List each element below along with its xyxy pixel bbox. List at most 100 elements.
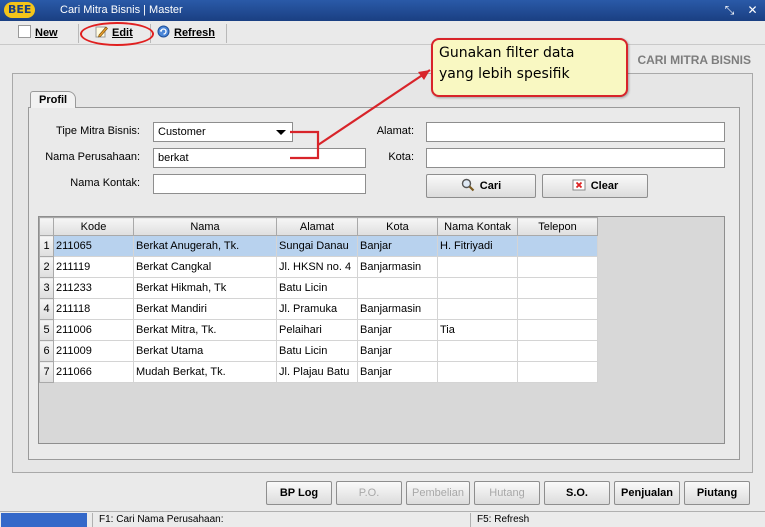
cell-telepon[interactable] xyxy=(517,277,598,299)
nama-perusahaan-label: Nama Perusahaan: xyxy=(45,151,140,163)
alamat-label: Alamat: xyxy=(376,125,414,137)
cell-alamat[interactable]: Batu Licin xyxy=(276,340,358,362)
cell-kota[interactable] xyxy=(357,277,438,299)
table-row[interactable]: 5 211006 Berkat Mitra, Tk. Pelaihari Ban… xyxy=(39,319,598,341)
bp-log-button[interactable]: BP Log xyxy=(266,481,332,505)
row-number: 2 xyxy=(39,256,54,278)
row-number: 6 xyxy=(39,340,54,362)
column-header-kode[interactable]: Kode xyxy=(53,217,134,236)
cell-nama[interactable]: Berkat Mitra, Tk. xyxy=(133,319,277,341)
cell-kode[interactable]: 211119 xyxy=(53,256,134,278)
po-button[interactable]: P.O. xyxy=(336,481,402,505)
so-button[interactable]: S.O. xyxy=(544,481,610,505)
title-bar: BEE Cari Mitra Bisnis | Master ⤡ ✕ xyxy=(0,0,765,21)
cell-kode[interactable]: 211006 xyxy=(53,319,134,341)
tab-profil[interactable]: Profil xyxy=(30,91,77,108)
table-row[interactable]: 4 211118 Berkat Mandiri Jl. Pramuka Banj… xyxy=(39,298,598,320)
cari-button[interactable]: Cari xyxy=(426,174,536,198)
cell-kota[interactable]: Banjar xyxy=(357,340,438,362)
new-button[interactable]: New xyxy=(18,24,58,43)
tipe-mitra-label: Tipe Mitra Bisnis: xyxy=(56,125,140,137)
piutang-button[interactable]: Piutang xyxy=(684,481,750,505)
cell-alamat[interactable]: Batu Licin xyxy=(276,277,358,299)
cell-nama[interactable]: Berkat Hikmah, Tk xyxy=(133,277,277,299)
tipe-mitra-select[interactable]: Customer xyxy=(153,122,293,142)
cell-kode[interactable]: 211009 xyxy=(53,340,134,362)
row-number: 4 xyxy=(39,298,54,320)
hutang-button[interactable]: Hutang xyxy=(474,481,540,505)
callout-line-2: yang lebih spesifik xyxy=(439,66,570,82)
restore-icon[interactable]: ⤡ xyxy=(722,3,737,18)
cell-kontak[interactable] xyxy=(437,361,518,383)
chevron-down-icon xyxy=(276,130,286,135)
clear-button[interactable]: Clear xyxy=(542,174,648,198)
cell-telepon[interactable] xyxy=(517,340,598,362)
kota-input[interactable] xyxy=(426,148,725,168)
nama-kontak-label: Nama Kontak: xyxy=(70,177,140,189)
cell-kontak[interactable]: H. Fitriyadi xyxy=(437,235,518,257)
cell-kode[interactable]: 211233 xyxy=(53,277,134,299)
callout-line-1: Gunakan filter data xyxy=(439,45,575,61)
status-f5-hint: F5: Refresh xyxy=(470,513,765,527)
column-header-alamat[interactable]: Alamat xyxy=(276,217,358,236)
cell-kode[interactable]: 211118 xyxy=(53,298,134,320)
cell-nama[interactable]: Mudah Berkat, Tk. xyxy=(133,361,277,383)
corner-header xyxy=(39,217,54,236)
status-progress xyxy=(1,513,87,527)
cell-kota[interactable]: Banjar xyxy=(357,319,438,341)
cell-telepon[interactable] xyxy=(517,298,598,320)
cell-telepon[interactable] xyxy=(517,361,598,383)
table-row[interactable]: 3 211233 Berkat Hikmah, Tk Batu Licin xyxy=(39,277,598,299)
cell-nama[interactable]: Berkat Anugerah, Tk. xyxy=(133,235,277,257)
alamat-input[interactable] xyxy=(426,122,725,142)
refresh-button[interactable]: Refresh xyxy=(157,24,215,43)
penjualan-button[interactable]: Penjualan xyxy=(614,481,680,505)
row-number: 5 xyxy=(39,319,54,341)
cell-alamat[interactable]: Jl. Pramuka xyxy=(276,298,358,320)
cell-kode[interactable]: 211066 xyxy=(53,361,134,383)
cell-kode[interactable]: 211065 xyxy=(53,235,134,257)
window-title: Cari Mitra Bisnis | Master xyxy=(60,4,183,16)
table-row[interactable]: 6 211009 Berkat Utama Batu Licin Banjar xyxy=(39,340,598,362)
cell-alamat[interactable]: Sungai Danau xyxy=(276,235,358,257)
cell-alamat[interactable]: Jl. HKSN no. 4 xyxy=(276,256,358,278)
edit-highlight-circle xyxy=(80,22,154,46)
cell-nama[interactable]: Berkat Utama xyxy=(133,340,277,362)
cell-nama[interactable]: Berkat Cangkal xyxy=(133,256,277,278)
cell-kota[interactable]: Banjar xyxy=(357,361,438,383)
cell-kontak[interactable] xyxy=(437,256,518,278)
table-row[interactable]: 1 211065 Berkat Anugerah, Tk. Sungai Dan… xyxy=(39,235,598,257)
row-number: 7 xyxy=(39,361,54,383)
results-grid: Kode Nama Alamat Kota Nama Kontak Telepo… xyxy=(38,216,725,444)
column-header-telepon[interactable]: Telepon xyxy=(517,217,598,236)
cell-kota[interactable]: Banjar xyxy=(357,235,438,257)
table-row[interactable]: 2 211119 Berkat Cangkal Jl. HKSN no. 4 B… xyxy=(39,256,598,278)
cell-kontak[interactable] xyxy=(437,298,518,320)
cell-kontak[interactable] xyxy=(437,340,518,362)
cell-nama[interactable]: Berkat Mandiri xyxy=(133,298,277,320)
cell-telepon[interactable] xyxy=(517,256,598,278)
clear-icon xyxy=(572,179,586,191)
nama-perusahaan-input[interactable]: berkat xyxy=(153,148,366,168)
cell-alamat[interactable]: Pelaihari xyxy=(276,319,358,341)
column-header-kota[interactable]: Kota xyxy=(357,217,438,236)
refresh-icon xyxy=(157,25,170,38)
tip-callout: Gunakan filter data yang lebih spesifik xyxy=(431,38,628,97)
table-row[interactable]: 7 211066 Mudah Berkat, Tk. Jl. Plajau Ba… xyxy=(39,361,598,383)
column-header-nama-kontak[interactable]: Nama Kontak xyxy=(437,217,518,236)
cell-alamat[interactable]: Jl. Plajau Batu xyxy=(276,361,358,383)
pembelian-button[interactable]: Pembelian xyxy=(406,481,470,505)
cell-telepon[interactable] xyxy=(517,235,598,257)
nama-kontak-input[interactable] xyxy=(153,174,366,194)
app-logo: BEE xyxy=(4,2,36,18)
row-number: 3 xyxy=(39,277,54,299)
status-f1-hint: F1: Cari Nama Perusahaan: xyxy=(92,513,470,527)
cell-kontak[interactable]: Tia xyxy=(437,319,518,341)
close-icon[interactable]: ✕ xyxy=(745,3,760,18)
cell-telepon[interactable] xyxy=(517,319,598,341)
column-header-nama[interactable]: Nama xyxy=(133,217,277,236)
cell-kota[interactable]: Banjarmasin xyxy=(357,298,438,320)
magnifier-icon xyxy=(461,178,475,192)
cell-kota[interactable]: Banjarmasin xyxy=(357,256,438,278)
cell-kontak[interactable] xyxy=(437,277,518,299)
